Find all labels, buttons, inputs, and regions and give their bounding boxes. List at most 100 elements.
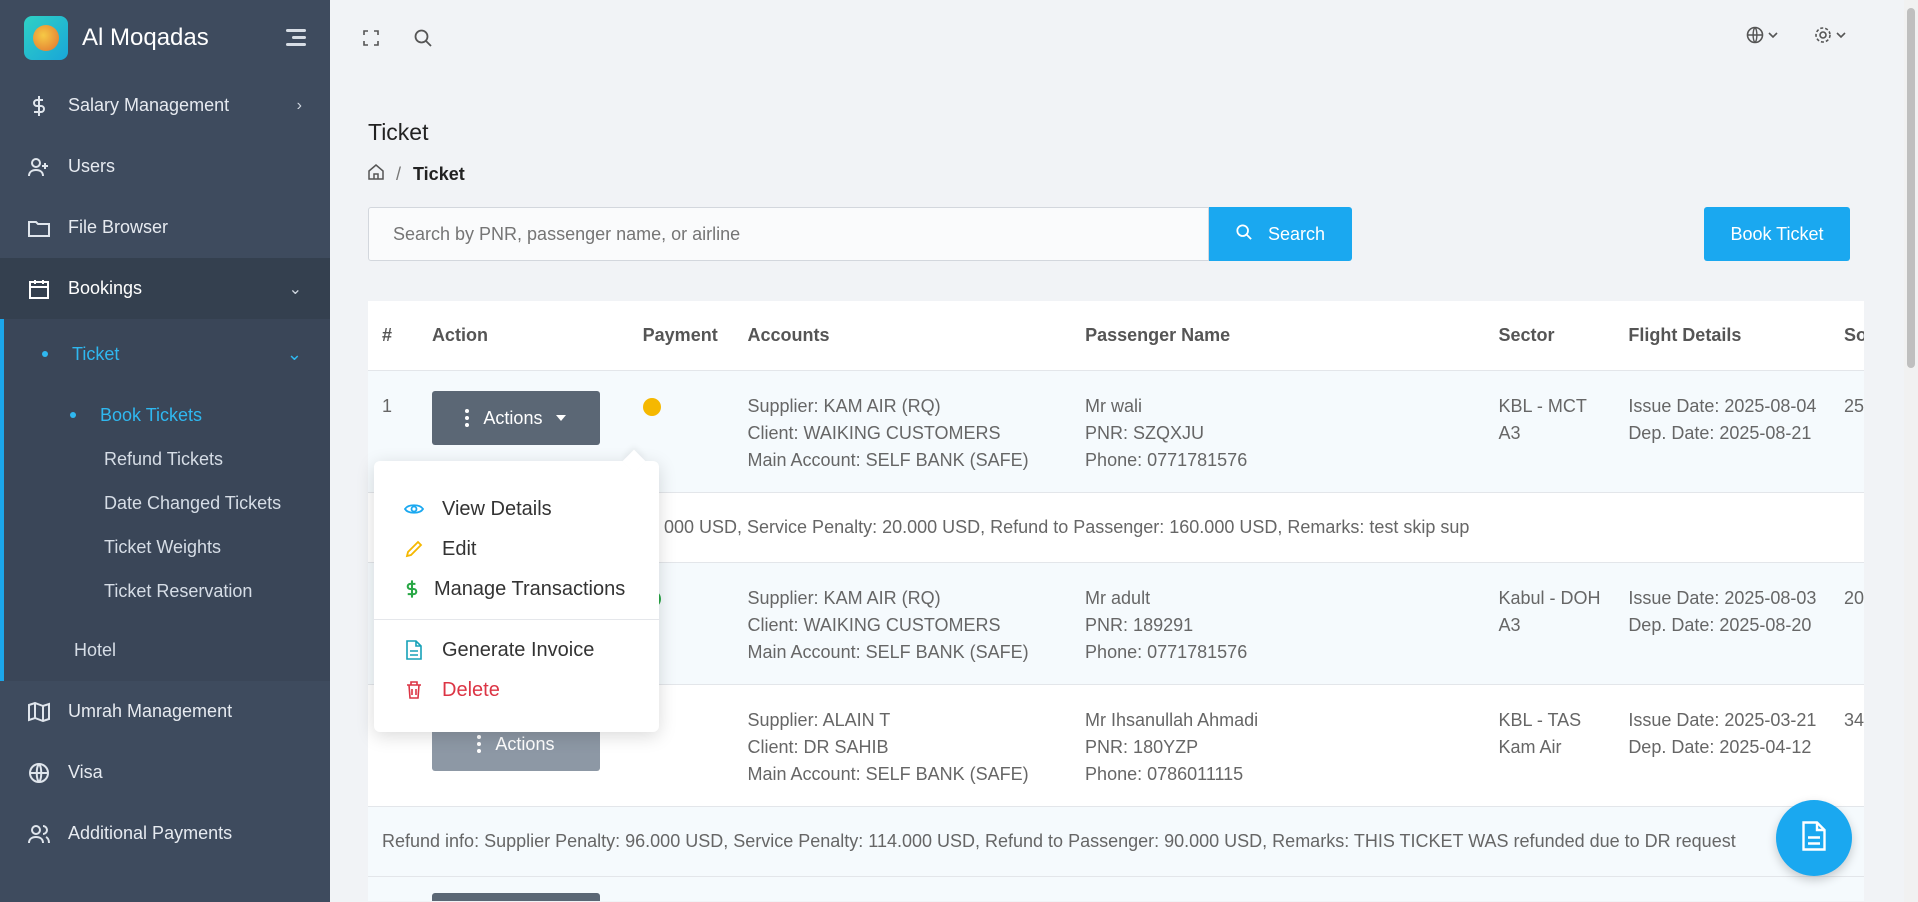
phone: Phone: 0786011115: [1085, 764, 1244, 784]
sidebar-item-salary-management[interactable]: Salary Management ›: [0, 75, 330, 136]
breadcrumb: / Ticket: [368, 164, 1864, 185]
passenger-name: Mr Ihsanullah Ahmadi: [1085, 710, 1259, 730]
sidebar-item-label: Ticket: [72, 343, 120, 364]
trash-icon: [404, 680, 424, 700]
sidebar-item-visa[interactable]: Visa: [0, 742, 330, 803]
floating-document-button[interactable]: [1776, 800, 1852, 876]
sector: KBL - TAS: [1498, 710, 1582, 730]
issue-date: Issue Date: 2025-08-03: [1628, 588, 1817, 608]
sidebar-item-label: File Browser: [68, 217, 169, 237]
book-ticket-button[interactable]: Book Ticket: [1704, 207, 1850, 261]
table-header: # Action Payment Accounts Passenger Name…: [368, 301, 1864, 371]
col-header: Flight Details: [1628, 325, 1742, 345]
sidebar-item-users[interactable]: Users: [0, 136, 330, 197]
brand-logo: [24, 15, 68, 60]
accounts-cell: Supplier: ALAIN T Client: DR SAHIB Main …: [748, 685, 1086, 806]
sector: Kabul - DOH: [1498, 588, 1601, 608]
menu-item-edit[interactable]: Edit: [374, 529, 659, 569]
page-scrollbar[interactable]: [1904, 0, 1918, 902]
payment-cell: [643, 877, 748, 901]
caret-down-icon: [556, 415, 567, 421]
sidebar-item-additional-payments[interactable]: Additional Payments: [0, 803, 330, 864]
passenger-cell: Mr adult PNR: 189291 Phone: 0771781576: [1085, 563, 1498, 684]
menu-item-label: Edit: [442, 537, 477, 560]
settings-icon[interactable]: [1814, 26, 1848, 49]
kebab-icon: [477, 735, 482, 753]
search-button[interactable]: Search: [1209, 207, 1352, 261]
passenger-cell: Mr Ihsanullah Ahmadi PNR: 180YZP Phone: …: [1085, 685, 1498, 806]
sidebar-item-label: Date Changed Tickets: [104, 492, 282, 513]
pencil-icon: [404, 539, 424, 559]
file-icon: [404, 640, 424, 660]
airline: A3: [1498, 615, 1521, 635]
table-row: [368, 877, 1864, 901]
sidebar-item-date-changed-tickets[interactable]: Date Changed Tickets: [4, 481, 330, 525]
actions-label: Actions: [495, 733, 555, 754]
menu-item-label: Delete: [442, 678, 500, 701]
menu-item-label: Manage Transactions: [434, 577, 626, 600]
sidebar-item-ticket[interactable]: Ticket ⌄: [4, 319, 330, 389]
fullscreen-icon[interactable]: [360, 27, 382, 49]
search-icon[interactable]: [412, 27, 434, 49]
airline: Kam Air: [1498, 737, 1562, 757]
refund-info-row: Refund info: Supplier Penalty: 96.000 US…: [368, 807, 1864, 877]
row-number: [368, 877, 432, 901]
sidebar-item-label: Salary Management: [68, 95, 230, 115]
flight-cell: Issue Date: 2025-08-03 Dep. Date: 2025-0…: [1628, 563, 1844, 684]
page-title: Ticket: [368, 119, 429, 145]
airline: A3: [1498, 423, 1521, 443]
dep-date: Dep. Date: 2025-08-20: [1628, 615, 1812, 635]
chevron-down-icon: ⌄: [286, 343, 302, 364]
user-plus-icon: [28, 156, 50, 178]
col-header: So: [1844, 325, 1864, 345]
sector: KBL - MCT: [1498, 396, 1587, 416]
phone: Phone: 0771781576: [1085, 642, 1248, 662]
passenger-name: Mr adult: [1085, 588, 1151, 608]
menu-item-view-details[interactable]: View Details: [374, 489, 659, 529]
sidebar-item-ticket-reservation[interactable]: Ticket Reservation: [4, 569, 330, 613]
home-icon[interactable]: [368, 164, 384, 185]
sidebar-item-refund-tickets[interactable]: Refund Tickets: [4, 437, 330, 481]
menu-item-manage-transactions[interactable]: Manage Transactions: [374, 569, 659, 609]
breadcrumb-separator: /: [396, 164, 402, 184]
document-icon: [1801, 820, 1827, 856]
flight-cell: Issue Date: 2025-08-04 Dep. Date: 2025-0…: [1628, 371, 1844, 492]
menu-toggle-icon[interactable]: [284, 29, 306, 46]
supplier: Supplier: KAM AIR (RQ): [747, 396, 941, 416]
sidebar-item-bookings[interactable]: Bookings ⌄: [0, 258, 330, 319]
scrollbar-thumb[interactable]: [1907, 8, 1915, 368]
sidebar: Al Moqadas Salary Management › Users Fil…: [0, 0, 330, 902]
pnr: PNR: 180YZP: [1085, 737, 1199, 757]
sector-cell: KBL - TAS Kam Air: [1498, 685, 1628, 806]
accounts-cell: Supplier: KAM AIR (RQ) Client: WAIKING C…: [748, 563, 1086, 684]
menu-item-delete[interactable]: Delete: [374, 670, 659, 710]
refund-info: 000 USD, Service Penalty: 20.000 USD, Re…: [664, 517, 1470, 537]
sidebar-item-file-browser[interactable]: File Browser: [0, 197, 330, 258]
sidebar-item-hotel[interactable]: Hotel: [4, 619, 330, 681]
passenger-cell: Mr wali PNR: SZQXJU Phone: 0771781576: [1085, 371, 1498, 492]
client: Client: WAIKING CUSTOMERS: [747, 615, 1001, 635]
client: Client: WAIKING CUSTOMERS: [747, 423, 1001, 443]
phone: Phone: 0771781576: [1085, 450, 1248, 470]
folder-icon: [28, 217, 50, 239]
actions-label: Actions: [483, 407, 543, 428]
so-cell: 20: [1844, 588, 1864, 608]
sidebar-item-book-tickets[interactable]: Book Tickets: [4, 393, 330, 437]
dep-date: Dep. Date: 2025-04-12: [1628, 737, 1812, 757]
sidebar-item-ticket-weights[interactable]: Ticket Weights: [4, 525, 330, 569]
sector-cell: Kabul - DOH A3: [1498, 563, 1628, 684]
pnr: PNR: SZQXJU: [1085, 423, 1205, 443]
calendar-icon: [28, 278, 50, 300]
brand-name: Al Moqadas: [82, 23, 209, 51]
language-icon[interactable]: [1746, 26, 1780, 49]
actions-button[interactable]: Actions: [431, 391, 600, 445]
main-account: Main Account: SELF BANK (SAFE): [747, 642, 1029, 662]
search-input[interactable]: [368, 207, 1209, 261]
sidebar-item-umrah-management[interactable]: Umrah Management: [0, 681, 330, 742]
menu-item-generate-invoice[interactable]: Generate Invoice: [374, 630, 659, 670]
so-cell: 34: [1844, 710, 1864, 730]
col-header: #: [382, 325, 393, 345]
sidebar-item-label: Hotel: [74, 639, 117, 660]
bookings-group: Bookings ⌄ Ticket ⌄ Book Tickets Refund …: [0, 258, 330, 681]
passenger-name: Mr wali: [1085, 396, 1143, 416]
